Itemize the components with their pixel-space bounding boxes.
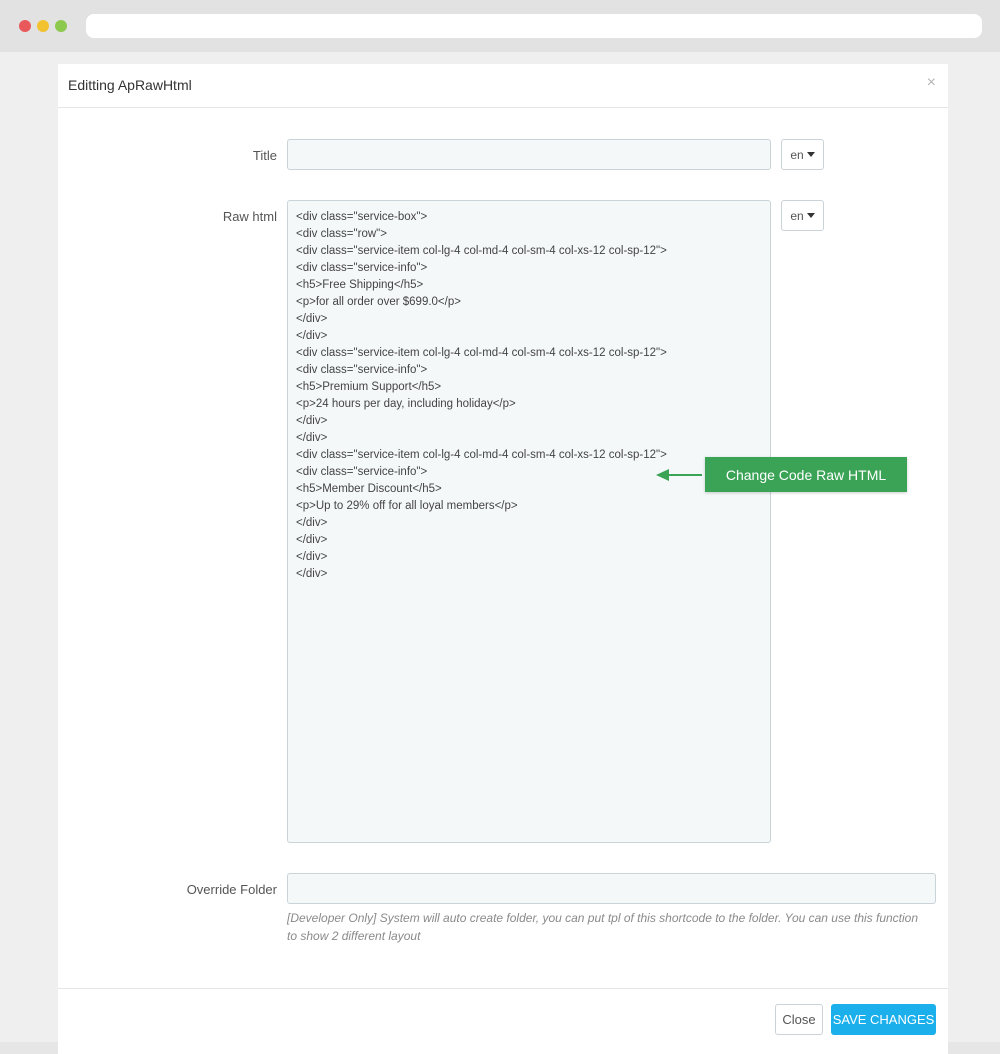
- code-line: <h5>Premium Support</h5>: [296, 381, 442, 393]
- edit-modal: Editting ApRawHtml × Title en Raw html <…: [58, 64, 948, 1054]
- code-line: <div class="service-info">: [296, 364, 428, 376]
- code-line: <p>for all order over $699.0</p>: [296, 296, 461, 308]
- code-line: </div>: [296, 415, 328, 427]
- address-bar[interactable]: [86, 14, 982, 38]
- code-line: <p>24 hours per day, including holiday</…: [296, 398, 516, 410]
- code-line: <div class="service-box">: [296, 211, 428, 223]
- callout-banner: Change Code Raw HTML: [705, 457, 907, 492]
- code-line: </div>: [296, 330, 328, 342]
- code-line: </div>: [296, 568, 328, 580]
- raw-html-language-label: en: [790, 208, 804, 223]
- title-language-dropdown[interactable]: en: [781, 139, 824, 170]
- title-input[interactable]: [287, 139, 771, 170]
- raw-html-language-dropdown[interactable]: en: [781, 200, 824, 231]
- override-folder-label: Override Folder: [186, 882, 277, 897]
- arrow-left-icon: [656, 469, 669, 481]
- code-line: <div class="service-item col-lg-4 col-md…: [296, 245, 667, 257]
- code-line: <div class="service-info">: [296, 466, 428, 478]
- code-line: </div>: [296, 432, 328, 444]
- window-maximize-dot[interactable]: [55, 20, 67, 32]
- override-folder-help: [Developer Only] System will auto create…: [287, 911, 919, 943]
- code-line: <div class="service-item col-lg-4 col-md…: [296, 347, 667, 359]
- raw-html-textarea[interactable]: <div class="service-box"> <div class="row…: [287, 200, 771, 843]
- code-line: </div>: [296, 313, 328, 325]
- browser-chrome: [0, 0, 1000, 52]
- code-line: </div>: [296, 534, 328, 546]
- override-folder-input[interactable]: [287, 873, 936, 904]
- code-line: <div class="row">: [296, 228, 387, 240]
- callout-arrow-line: [668, 474, 702, 476]
- close-icon[interactable]: ×: [927, 74, 936, 92]
- code-line: <h5>Member Discount</h5>: [296, 483, 442, 495]
- save-changes-button[interactable]: SAVE CHANGES: [831, 1004, 936, 1035]
- modal-title: Editting ApRawHtml: [68, 77, 192, 93]
- code-line: <p>Up to 29% off for all loyal members</…: [296, 500, 518, 512]
- code-line: <div class="service-info">: [296, 262, 428, 274]
- close-button[interactable]: Close: [775, 1004, 823, 1035]
- modal-header: Editting ApRawHtml ×: [58, 64, 948, 108]
- code-line: <h5>Free Shipping</h5>: [296, 279, 424, 291]
- caret-down-icon: [806, 213, 815, 218]
- window-close-dot[interactable]: [19, 20, 31, 32]
- code-line: </div>: [296, 551, 328, 563]
- footer-divider: [58, 988, 948, 989]
- code-line: </div>: [296, 517, 328, 529]
- caret-down-icon: [806, 152, 815, 157]
- raw-html-label: Raw html: [222, 209, 277, 224]
- window-minimize-dot[interactable]: [37, 20, 49, 32]
- code-line: <div class="service-item col-lg-4 col-md…: [296, 449, 667, 461]
- title-language-label: en: [790, 147, 804, 162]
- raw-html-code: <div class="service-box"> <div class="row…: [296, 209, 667, 583]
- title-label: Title: [252, 148, 277, 163]
